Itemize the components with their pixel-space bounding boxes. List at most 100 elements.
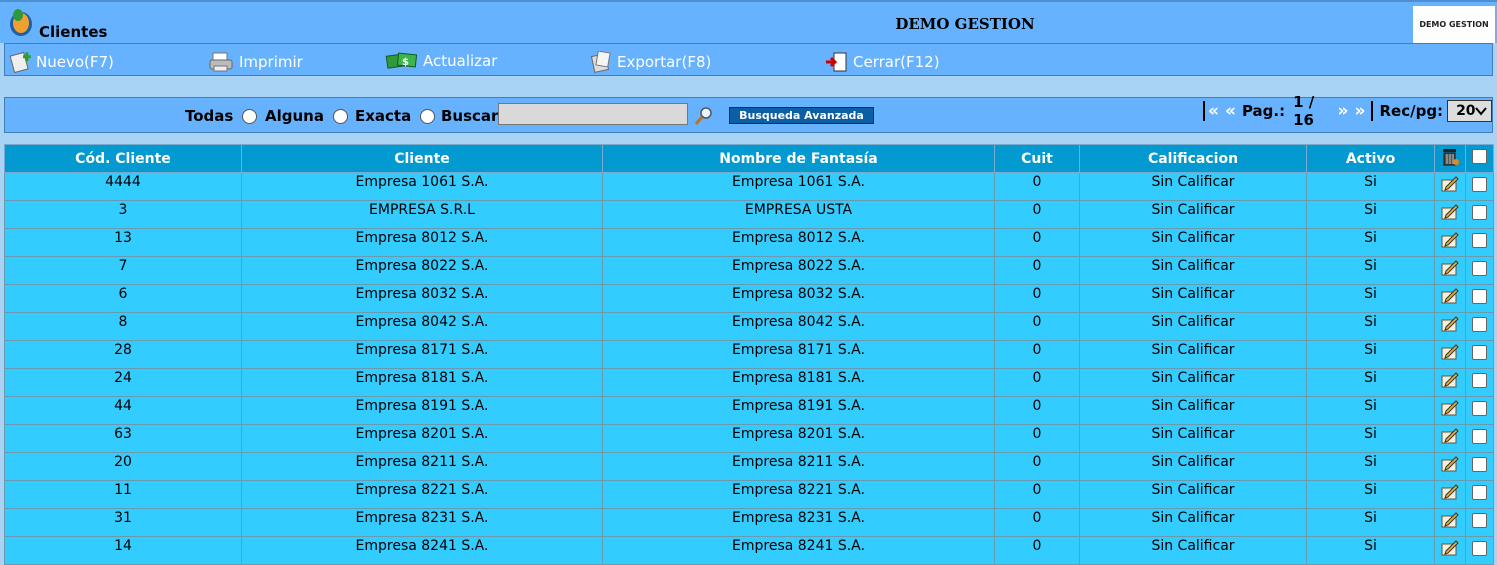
cell-cuit: 0 [994,172,1080,201]
cell-select [1465,284,1494,313]
cell-calificacion: Sin Calificar [1079,368,1307,397]
table-row[interactable]: 8 Empresa 8042 S.A. Empresa 8042 S.A. 0 Sin … [4,312,1494,341]
cell-edit [1434,536,1466,565]
edit-icon[interactable] [1440,203,1460,221]
row-checkbox[interactable] [1472,176,1487,192]
row-checkbox[interactable] [1472,456,1487,472]
table-row[interactable]: 13 Empresa 8012 S.A. Empresa 8012 S.A. 0 Sin… [4,228,1494,257]
header-cuit[interactable]: Cuit [994,144,1080,173]
table-row[interactable]: 11 Empresa 8221 S.A. Empresa 8221 S.A. 0 Sin… [4,480,1494,509]
cell-cod-cliente: 20 [4,452,242,481]
cell-calificacion: Sin Calificar [1079,452,1307,481]
edit-icon[interactable] [1440,175,1460,193]
edit-icon[interactable] [1440,483,1460,501]
row-checkbox[interactable] [1472,372,1487,388]
cell-cliente: Empresa 8201 S.A. [241,424,603,453]
row-checkbox[interactable] [1472,484,1487,500]
cell-select [1465,508,1494,537]
refresh-money-icon: $ [385,52,418,69]
edit-icon[interactable] [1440,511,1460,529]
table-row[interactable]: 31 Empresa 8231 S.A. Empresa 8231 S.A. 0 Sin… [4,508,1494,537]
header-cliente[interactable]: Cliente [241,144,603,173]
cell-calificacion: Sin Calificar [1079,256,1307,285]
cell-select [1465,368,1494,397]
cell-nombre-fantasia: EMPRESA USTA [602,200,995,229]
table-row[interactable]: 20 Empresa 8211 S.A. Empresa 8211 S.A. 0 Sin… [4,452,1494,481]
table-row[interactable]: 7 Empresa 8022 S.A. Empresa 8022 S.A. 0 Sin … [4,256,1494,285]
cell-nombre-fantasia: Empresa 8032 S.A. [602,284,995,313]
cell-cod-cliente: 28 [4,340,242,369]
edit-icon[interactable] [1440,231,1460,249]
cell-edit [1434,312,1466,341]
edit-icon[interactable] [1440,287,1460,305]
header-calificacion[interactable]: Calificacion [1079,144,1307,173]
imprimir-button[interactable]: Imprimir [209,51,303,73]
edit-icon[interactable] [1440,315,1460,333]
printer-icon [209,52,233,72]
row-checkbox[interactable] [1472,428,1487,444]
edit-icon[interactable] [1440,399,1460,417]
edit-icon[interactable] [1440,539,1460,557]
nuevo-button[interactable]: Nuevo(F7) [8,51,114,73]
prev-page-button[interactable]: « [1225,101,1236,121]
search-input[interactable] [498,103,688,125]
cell-cod-cliente: 24 [4,368,242,397]
exportar-button[interactable]: Exportar(F8) [589,51,711,73]
todas-option[interactable]: Todas [185,107,258,125]
row-checkbox[interactable] [1472,232,1487,248]
first-page-button[interactable]: « [1208,101,1219,121]
edit-icon[interactable] [1440,455,1460,473]
cell-cod-cliente: 31 [4,508,242,537]
row-checkbox[interactable] [1472,316,1487,332]
alguna-option[interactable]: Alguna [265,107,348,125]
exacta-radio[interactable] [420,108,436,124]
cell-cuit: 0 [994,480,1080,509]
row-checkbox[interactable] [1472,288,1487,304]
header-nombre-fantasia[interactable]: Nombre de Fantasía [602,144,995,173]
cell-cliente: Empresa 8171 S.A. [241,340,603,369]
records-per-page-select[interactable]: 20 [1447,100,1492,122]
cell-select [1465,452,1494,481]
table-row[interactable]: 6 Empresa 8032 S.A. Empresa 8032 S.A. 0 Sin … [4,284,1494,313]
table-row[interactable]: 14 Empresa 8241 S.A. Empresa 8241 S.A. 0 Sin… [4,536,1494,565]
last-page-button[interactable]: » [1355,101,1366,121]
edit-icon[interactable] [1440,259,1460,277]
row-checkbox[interactable] [1472,344,1487,360]
records-per-page-label: Rec/pg: [1379,102,1444,120]
cell-edit [1434,200,1466,229]
cell-select [1465,424,1494,453]
select-all-checkbox[interactable] [1472,149,1487,164]
table-row[interactable]: 24 Empresa 8181 S.A. Empresa 8181 S.A. 0 Sin… [4,368,1494,397]
header-activo[interactable]: Activo [1306,144,1435,173]
row-checkbox[interactable] [1472,400,1487,416]
cerrar-button[interactable]: Cerrar(F12) [825,51,940,73]
todas-radio[interactable] [242,108,258,124]
next-page-button[interactable]: » [1338,101,1349,121]
row-checkbox[interactable] [1472,512,1487,528]
edit-icon[interactable] [1440,427,1460,445]
row-checkbox[interactable] [1472,260,1487,276]
trash-icon[interactable] [1441,147,1459,167]
table-row[interactable]: 4444 Empresa 1061 S.A. Empresa 1061 S.A. 0 S… [4,172,1494,201]
row-checkbox[interactable] [1472,204,1487,220]
cell-cod-cliente: 14 [4,536,242,565]
table-row[interactable]: 3 EMPRESA S.R.L EMPRESA USTA 0 Sin Calificar… [4,200,1494,229]
cell-calificacion: Sin Calificar [1079,312,1307,341]
table-row[interactable]: 63 Empresa 8201 S.A. Empresa 8201 S.A. 0 Sin… [4,424,1494,453]
cell-nombre-fantasia: Empresa 8231 S.A. [602,508,995,537]
table-row[interactable]: 28 Empresa 8171 S.A. Empresa 8171 S.A. 0 Sin… [4,340,1494,369]
edit-icon[interactable] [1440,371,1460,389]
cell-select [1465,396,1494,425]
edit-icon[interactable] [1440,343,1460,361]
advanced-search-button[interactable]: Busqueda Avanzada [729,107,874,124]
search-icon[interactable] [694,106,714,126]
actualizar-button[interactable]: $ Actualizar [385,51,497,71]
cell-cuit: 0 [994,424,1080,453]
cell-calificacion: Sin Calificar [1079,396,1307,425]
cell-select [1465,312,1494,341]
table-row[interactable]: 44 Empresa 8191 S.A. Empresa 8191 S.A. 0 Sin… [4,396,1494,425]
header-cod-cliente[interactable]: Cód. Cliente [4,144,242,173]
row-checkbox[interactable] [1472,540,1487,556]
exacta-option[interactable]: Exacta [355,107,436,125]
alguna-radio[interactable] [332,108,348,124]
